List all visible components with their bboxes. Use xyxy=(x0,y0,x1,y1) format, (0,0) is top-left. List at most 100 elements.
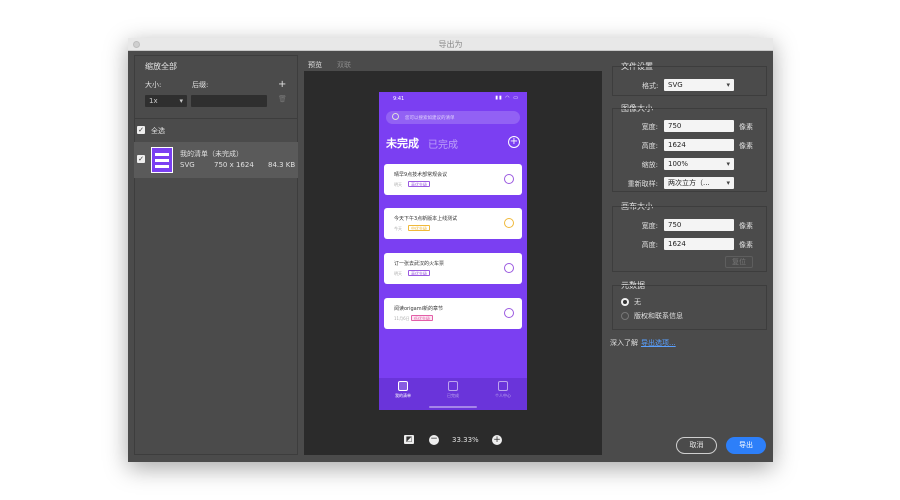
todo-title: 晴早9点技术部常规会议 xyxy=(394,172,448,178)
signal-battery-icon: ▮▮ ◠ ▭ xyxy=(495,95,519,101)
todo-tag: 低优先级 xyxy=(411,315,433,321)
window-title: 导出为 xyxy=(438,40,463,49)
canvas-height-unit: 像素 xyxy=(739,241,753,249)
size-label: 大小: xyxy=(145,81,162,89)
select-all-label: 全选 xyxy=(151,127,165,135)
add-circle-icon[interactable]: + xyxy=(508,136,520,148)
zoom-in-icon[interactable]: + xyxy=(492,435,502,445)
radio-copyright[interactable] xyxy=(621,312,629,320)
format-select[interactable]: SVG ▾ xyxy=(664,79,734,91)
resample-value: 两次立方（... xyxy=(668,179,710,187)
radio-none-label: 无 xyxy=(634,298,641,306)
size-value: 1x xyxy=(149,97,158,105)
phone-tab-active[interactable]: 未完成 xyxy=(386,135,419,151)
todo-card[interactable]: 今天下午3点新版本上线测试 今天 中优先级 xyxy=(384,208,522,239)
canvas-height-label: 高度: xyxy=(641,241,658,249)
todo-meta: 今天 xyxy=(394,226,402,231)
todo-meta: 明天 xyxy=(394,182,402,187)
resample-label: 重新取样: xyxy=(627,180,658,188)
asset-row[interactable]: ✓ 我的清单（未完成） SVG 750 x 1624 84.3 KB xyxy=(134,142,298,178)
phone-search-bar[interactable]: 您可以搜索如建议的清单 xyxy=(386,111,520,124)
canvas-width-unit: 像素 xyxy=(739,222,753,230)
phone-tab-profile[interactable]: 个人中心 xyxy=(483,381,523,399)
asset-name: 我的清单（未完成） xyxy=(180,150,243,158)
suffix-label: 后缀: xyxy=(192,81,209,89)
search-icon xyxy=(392,113,399,120)
reset-button[interactable]: 复位 xyxy=(725,256,753,268)
phone-tab-label: 个人中心 xyxy=(495,393,511,398)
canvas-width-input[interactable]: 750 xyxy=(664,219,734,231)
chevron-down-icon: ▾ xyxy=(179,97,183,105)
learn-more-text: 深入了解 xyxy=(610,339,638,347)
left-panel xyxy=(134,55,298,455)
cancel-button[interactable]: 取消 xyxy=(676,437,717,454)
home-indicator xyxy=(429,406,477,408)
scale-section-title: 缩放全部 xyxy=(145,62,177,71)
height-label: 高度: xyxy=(641,142,658,150)
todo-card[interactable]: 晴早9点技术部常规会议 明天 高优先级 xyxy=(384,164,522,195)
todo-title: 订一张去武汉的火车票 xyxy=(394,261,445,267)
tab-2up[interactable]: 双联 xyxy=(337,60,351,70)
width-label: 宽度: xyxy=(641,123,658,131)
list-icon xyxy=(398,381,408,391)
status-bar: 9:41 ▮▮ ◠ ▭ xyxy=(379,92,527,104)
fit-icon[interactable]: ◩ xyxy=(404,435,414,444)
todo-tag: 高优先级 xyxy=(408,270,430,276)
radio-copyright-label: 版权和联系信息 xyxy=(634,312,683,320)
phone-tab-label: 我的清单 xyxy=(395,393,411,398)
todo-tag: 中优先级 xyxy=(408,225,430,231)
export-options-link[interactable]: 导出选项... xyxy=(641,338,676,348)
select-all-checkbox[interactable]: ✓ xyxy=(137,126,145,134)
todo-title: 今天下午3点新版本上线测试 xyxy=(394,216,458,222)
asset-checkbox[interactable]: ✓ xyxy=(137,155,145,163)
size-select[interactable]: 1x ▾ xyxy=(145,95,187,107)
canvas-width-label: 宽度: xyxy=(641,222,658,230)
scale-label: 缩放: xyxy=(641,161,658,169)
phone-tabbar: 我的清单 已完成 个人中心 xyxy=(379,378,527,410)
chevron-down-icon: ▾ xyxy=(726,160,730,168)
check-icon xyxy=(448,381,458,391)
canvas-height-input[interactable]: 1624 xyxy=(664,238,734,250)
todo-card[interactable]: 订一张去武汉的火车票 明天 高优先级 xyxy=(384,253,522,284)
status-time: 9:41 xyxy=(393,96,405,102)
todo-title: 阅读origami新的章节 xyxy=(394,306,444,312)
complete-circle-icon[interactable] xyxy=(504,218,514,228)
todo-meta: 11月6日 xyxy=(394,316,410,321)
width-input[interactable]: 750 xyxy=(664,120,734,132)
resample-select[interactable]: 两次立方（... ▾ xyxy=(664,177,734,189)
phone-tab-inactive[interactable]: 已完成 xyxy=(428,136,458,151)
suffix-input[interactable] xyxy=(191,95,267,107)
chevron-down-icon: ▾ xyxy=(726,81,730,89)
divider xyxy=(134,118,298,119)
asset-filesize: 84.3 KB xyxy=(268,161,296,169)
titlebar: 导出为 xyxy=(128,38,773,51)
phone-tab-my-list[interactable]: 我的清单 xyxy=(383,381,423,399)
scale-value: 100% xyxy=(668,160,689,168)
person-icon xyxy=(498,381,508,391)
asset-format: SVG xyxy=(180,161,195,169)
height-input[interactable]: 1624 xyxy=(664,139,734,151)
phone-search-placeholder: 您可以搜索如建议的清单 xyxy=(405,116,455,121)
chevron-down-icon: ▾ xyxy=(726,179,730,187)
width-unit: 像素 xyxy=(739,123,753,131)
zoom-level: 33.33% xyxy=(452,436,479,444)
metadata-group xyxy=(612,285,767,330)
asset-dimensions: 750 x 1624 xyxy=(214,161,254,169)
complete-circle-icon[interactable] xyxy=(504,263,514,273)
todo-card[interactable]: 阅读origami新的章节 11月6日 低优先级 xyxy=(384,298,522,329)
export-button[interactable]: 导出 xyxy=(726,437,766,454)
height-unit: 像素 xyxy=(739,142,753,150)
format-value: SVG xyxy=(668,81,683,89)
asset-thumbnail xyxy=(151,147,173,173)
phone-tab-done[interactable]: 已完成 xyxy=(433,381,473,399)
scale-select[interactable]: 100% ▾ xyxy=(664,158,734,170)
zoom-out-icon[interactable]: − xyxy=(429,435,439,445)
radio-none[interactable] xyxy=(621,298,629,306)
plus-icon[interactable]: + xyxy=(278,79,286,90)
phone-tab-label: 已完成 xyxy=(447,393,459,398)
complete-circle-icon[interactable] xyxy=(504,308,514,318)
todo-tag: 高优先级 xyxy=(408,181,430,187)
trash-icon[interactable]: 🗑 xyxy=(278,95,287,103)
complete-circle-icon[interactable] xyxy=(504,174,514,184)
todo-meta: 明天 xyxy=(394,271,402,276)
